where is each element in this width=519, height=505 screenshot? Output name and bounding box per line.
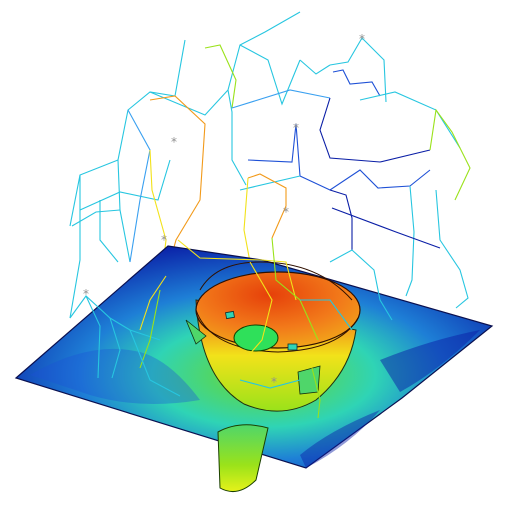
node-marker: * <box>83 287 89 301</box>
node-marker: * <box>271 375 277 389</box>
molded-part-stem <box>217 424 269 493</box>
fea-result-scene[interactable]: * * * * * * * <box>0 0 519 505</box>
node-marker: * <box>359 32 365 46</box>
node-marker: * <box>283 205 289 219</box>
node-marker: * <box>171 135 177 149</box>
node-marker: * <box>161 233 167 247</box>
3d-viewport[interactable]: * * * * * * * <box>0 0 519 505</box>
node-marker: * <box>293 121 299 135</box>
